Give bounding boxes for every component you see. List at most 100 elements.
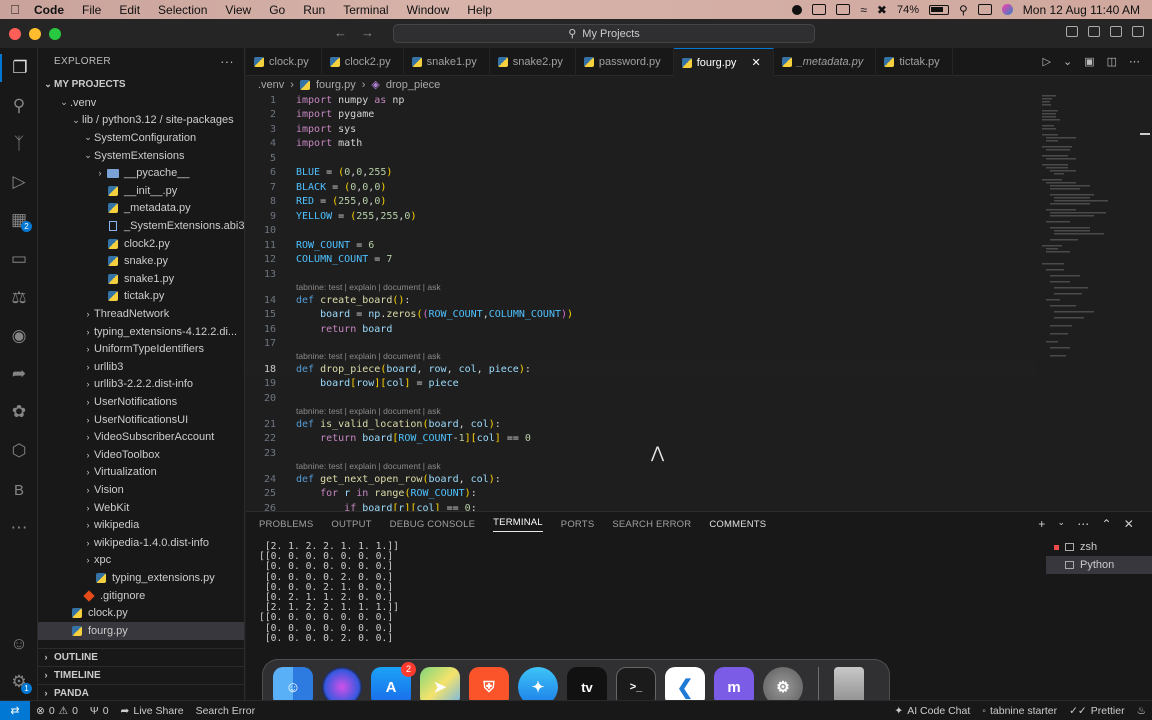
tabnine-status[interactable]: ◦ tabnine starter	[976, 705, 1063, 717]
menu-help[interactable]: Help	[458, 3, 501, 17]
menu-terminal[interactable]: Terminal	[334, 3, 397, 17]
forward-arrow-icon[interactable]: →	[361, 25, 374, 40]
customize-layout-icon[interactable]	[1132, 26, 1144, 37]
terminal-item-python[interactable]: Python	[1046, 556, 1152, 574]
tree-item[interactable]: __init__.py	[38, 182, 244, 200]
tab-ports[interactable]: PORTS	[561, 519, 595, 530]
tab-fourg-py[interactable]: fourg.py ✕	[673, 48, 774, 76]
tree-item[interactable]: clock2.py	[38, 235, 244, 253]
tree-item[interactable]: fourg.py	[38, 622, 244, 640]
tab-snake1-py[interactable]: snake1.py	[404, 48, 490, 76]
remote-explorer-icon[interactable]: ▭	[0, 245, 38, 273]
tree-item[interactable]: › UserNotifications	[38, 393, 244, 411]
more-views-icon[interactable]: ⋯	[0, 514, 38, 542]
close-window-button[interactable]	[9, 27, 21, 40]
tree-item[interactable]: › urllib3-2.2.2.dist-info	[38, 376, 244, 394]
tab-problems[interactable]: PROBLEMS	[259, 519, 313, 530]
python-icon[interactable]: ✿	[0, 398, 38, 426]
tree-item[interactable]: › wikipedia	[38, 516, 244, 534]
tree-item[interactable]: › __pycache__	[38, 164, 244, 182]
run-file-icon[interactable]: ▷	[1043, 55, 1051, 68]
ai-code-chat-status[interactable]: ✦ AI Code Chat	[888, 705, 976, 717]
menu-go[interactable]: Go	[260, 3, 294, 17]
tree-item[interactable]: › typing_extensions-4.12.2.di...	[38, 323, 244, 341]
menubar-clock[interactable]: Mon 12 Aug 11:40 AM	[1023, 3, 1140, 17]
ports-status[interactable]: Ψ0	[84, 705, 115, 717]
tree-item[interactable]: › VideoToolbox	[38, 446, 244, 464]
tab-terminal[interactable]: TERMINAL	[493, 517, 543, 532]
extensions-icon[interactable]: ▦ 2	[0, 206, 38, 234]
code-editor[interactable]: 1 import numpy as np 2 import pygame 3 impo…	[246, 93, 1152, 511]
run-debug-icon[interactable]: ▷	[0, 168, 38, 196]
back-arrow-icon[interactable]: ←	[334, 25, 347, 40]
record-icon[interactable]	[792, 4, 803, 15]
tree-item[interactable]: _SystemExtensions.abi3.so	[38, 217, 244, 235]
run-dropdown-icon[interactable]: ⌄	[1063, 55, 1072, 68]
manage-gear-icon[interactable]: ⚙ 1	[0, 668, 38, 696]
toggle-sidebar-icon[interactable]	[1066, 26, 1078, 37]
tab-comments[interactable]: COMMENTS	[709, 519, 766, 530]
split-editor-icon[interactable]: ◫	[1107, 55, 1117, 68]
tab-snake2-py[interactable]: snake2.py	[490, 48, 576, 76]
tree-item[interactable]: ⌄ SystemExtensions	[38, 147, 244, 165]
bluetooth-off-icon[interactable]: ✖	[877, 3, 887, 17]
menu-edit[interactable]: Edit	[110, 3, 149, 17]
new-terminal-icon[interactable]: +	[1038, 517, 1045, 531]
menu-code[interactable]: Code	[30, 3, 73, 17]
terminal-item-zsh[interactable]: zsh	[1046, 538, 1152, 556]
tree-item[interactable]: › WebKit	[38, 499, 244, 517]
toggle-secondary-sidebar-icon[interactable]	[1110, 26, 1122, 37]
spotlight-icon[interactable]: ⚲	[959, 3, 968, 17]
command-center[interactable]: ⚲ My Projects	[393, 24, 815, 43]
display-icon[interactable]	[812, 4, 827, 15]
tree-item[interactable]: snake1.py	[38, 270, 244, 288]
siri-icon[interactable]	[1001, 4, 1013, 15]
zoom-window-button[interactable]	[49, 27, 61, 40]
tabnine-codelens[interactable]: tabnine: test | explain | document | ask	[296, 406, 441, 416]
keyboard-icon[interactable]	[836, 4, 851, 15]
close-tab-icon[interactable]: ✕	[751, 56, 760, 69]
tab-tictak-py[interactable]: tictak.py	[876, 48, 953, 76]
minimap[interactable]	[1038, 93, 1138, 511]
tree-item[interactable]: › Vision	[38, 481, 244, 499]
tab-password-py[interactable]: password.py	[576, 48, 674, 76]
tab-search-error[interactable]: SEARCH ERROR	[612, 519, 691, 530]
more-actions-icon[interactable]: ···	[220, 54, 234, 69]
live-share-status[interactable]: ➦ Live Share	[115, 705, 190, 717]
source-control-icon[interactable]: ᛉ	[0, 130, 38, 158]
testing-icon[interactable]: ⚖	[0, 284, 38, 312]
tree-item[interactable]: › xpc	[38, 552, 244, 570]
editor-scrollbar-marker[interactable]	[1140, 133, 1150, 135]
notifications-bell-icon[interactable]: ♨	[1131, 705, 1152, 717]
wifi-icon[interactable]: ≈	[860, 3, 867, 17]
breadcrumb-item-symbol[interactable]: drop_piece	[386, 79, 440, 91]
tree-item[interactable]: .gitignore	[38, 587, 244, 605]
search-icon[interactable]: ⚲	[0, 92, 38, 120]
timeline-section[interactable]: › TIMELINE	[38, 666, 244, 684]
explorer-icon[interactable]: ❐	[0, 54, 38, 82]
more-actions-icon[interactable]: ⋯	[1077, 517, 1089, 531]
tree-item[interactable]: snake.py	[38, 252, 244, 270]
tree-item[interactable]: › UserNotificationsUI	[38, 411, 244, 429]
problems-status[interactable]: ⊗ 0 ⚠ 0	[30, 705, 84, 717]
tree-item[interactable]: › VideoSubscriberAccount	[38, 428, 244, 446]
tree-item[interactable]: › wikipedia-1.4.0.dist-info	[38, 534, 244, 552]
menu-file[interactable]: File	[73, 3, 110, 17]
docker-icon[interactable]: ⬡	[0, 437, 38, 465]
tree-item[interactable]: tictak.py	[38, 288, 244, 306]
breadcrumb-item-file[interactable]: fourg.py	[316, 79, 356, 91]
tree-item[interactable]: clock.py	[38, 604, 244, 622]
preview-icon[interactable]: ▣	[1084, 55, 1094, 68]
more-actions-icon[interactable]: ⋯	[1129, 55, 1140, 68]
apple-menu-icon[interactable]: 	[0, 2, 30, 17]
prettier-status[interactable]: ✓✓ Prettier	[1063, 705, 1130, 717]
menu-window[interactable]: Window	[398, 3, 459, 17]
tree-item[interactable]: › urllib3	[38, 358, 244, 376]
menu-run[interactable]: Run	[294, 3, 334, 17]
tree-item[interactable]: ⌄ lib / python3.12 / site-packages	[38, 112, 244, 130]
tree-item[interactable]: › UniformTypeIdentifiers	[38, 340, 244, 358]
copilot-icon[interactable]: ◉	[0, 322, 38, 350]
panda-section[interactable]: › PANDA	[38, 684, 244, 700]
tab-debug-console[interactable]: DEBUG CONSOLE	[390, 519, 475, 530]
maximize-panel-icon[interactable]: ⌃	[1101, 517, 1111, 531]
